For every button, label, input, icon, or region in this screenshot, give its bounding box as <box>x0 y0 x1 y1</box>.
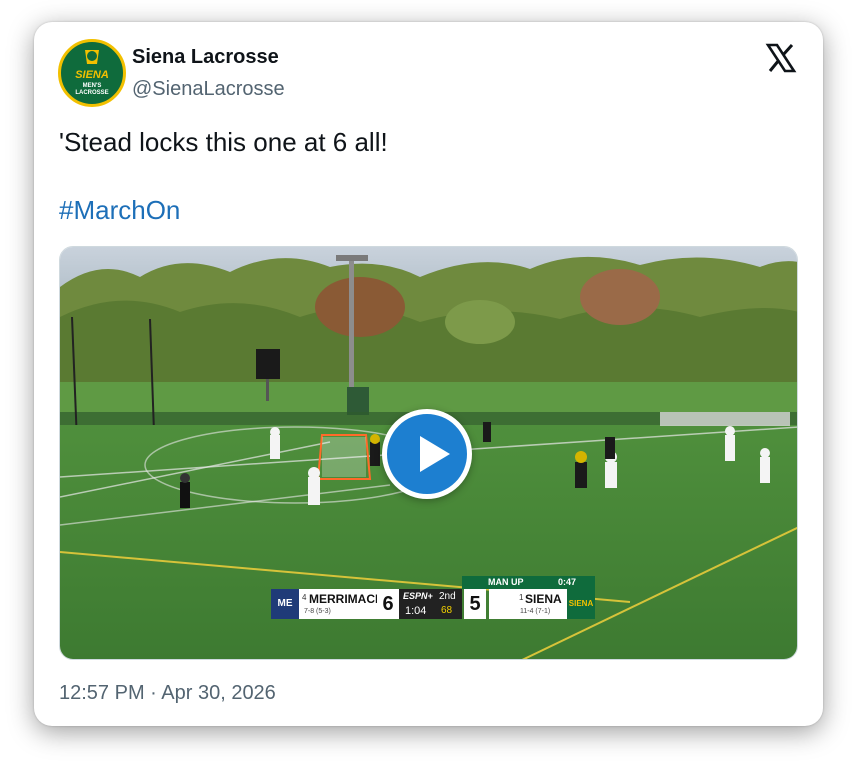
game-clock-panel: ESPN+ 2nd 1:04 68 <box>399 589 462 619</box>
x-logo-icon[interactable] <box>765 42 797 74</box>
away-rank: 4 <box>302 593 307 602</box>
siena-logo-icon: SIENA MEN'S LACROSSE <box>75 50 109 96</box>
period-label: 2nd <box>439 591 456 602</box>
shot-clock: 68 <box>441 605 453 616</box>
play-icon[interactable] <box>382 409 472 499</box>
man-up-time: 0:47 <box>558 577 577 587</box>
away-team-panel: ME 4 MERRIMACK 7-8 (5-3) <box>271 589 386 619</box>
home-team-name: SIENA <box>525 592 562 606</box>
tweet-card: SIENA MEN'S LACROSSE Siena Lacrosse @Sie… <box>34 22 823 726</box>
author-name[interactable]: Siena Lacrosse <box>132 46 279 69</box>
svg-text:SIENA: SIENA <box>75 69 109 81</box>
away-record: 7-8 (5-3) <box>304 608 331 615</box>
video-player[interactable]: MAN UP 0:47 ME 4 MERRIMACK 7-8 (5-3) 6 E… <box>59 246 798 660</box>
game-clock: 1:04 <box>405 605 427 617</box>
away-score: 6 <box>377 589 399 619</box>
hashtag-link[interactable]: #MarchOn <box>59 195 180 226</box>
home-rank: 1 <box>519 593 524 602</box>
tweet-timestamp[interactable]: 12:57 PM · Apr 30, 2026 <box>59 682 276 705</box>
svg-text:MEN'S: MEN'S <box>83 83 102 89</box>
home-team-panel: 1 SIENA 11-4 (7-1) <box>489 589 567 619</box>
network-label: ESPN+ <box>403 591 433 601</box>
home-record: 11-4 (7-1) <box>520 608 551 615</box>
siena-scoreboard-logo-icon: SIENA <box>567 589 595 619</box>
tweet-text: 'Stead locks this one at 6 all! <box>59 127 388 157</box>
avatar[interactable]: SIENA MEN'S LACROSSE <box>58 39 126 107</box>
svg-text:LACROSSE: LACROSSE <box>75 90 108 96</box>
home-score: 5 <box>464 589 486 619</box>
man-up-banner: MAN UP 0:47 <box>462 576 595 589</box>
away-team-name: MERRIMACK <box>309 592 384 606</box>
author-handle[interactable]: @SienaLacrosse <box>132 78 285 101</box>
merrimack-logo-icon: ME <box>271 589 299 619</box>
man-up-label: MAN UP <box>488 577 524 587</box>
